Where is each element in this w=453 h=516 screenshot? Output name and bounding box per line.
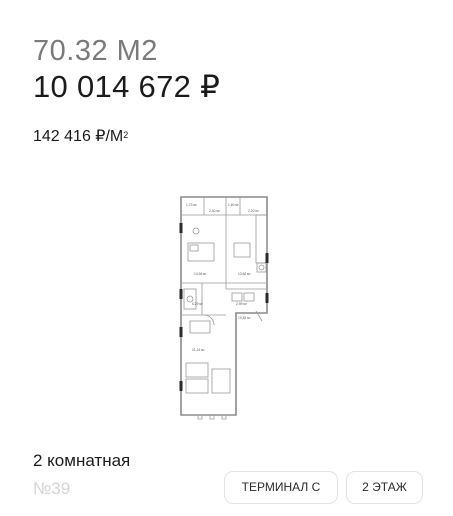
room-area-label: 1,73 м² (186, 203, 198, 207)
room-area-label: 2,99 м² (236, 302, 248, 306)
room-area-label: 1,60 м² (228, 203, 240, 207)
room-area-label: 2,20 м² (248, 209, 260, 213)
room-area-label: 13,62 м² (238, 272, 251, 276)
room-area-label: 21,14 м² (192, 348, 205, 352)
room-area-label: 10,53 м² (238, 316, 251, 320)
floor-tag[interactable]: 2 ЭТАЖ (346, 471, 423, 504)
price-per-meter-sup: 2 (123, 130, 129, 140)
price-heading: 10 014 672 ₽ (33, 69, 221, 104)
apartment-number: №39 (33, 479, 71, 498)
building-tag[interactable]: ТЕРМИНАЛ С (224, 471, 338, 504)
room-count: 2 комнатная (33, 451, 131, 470)
price-per-meter-value: 142 416 ₽/М (33, 128, 124, 145)
area-heading: 70.32 М2 (33, 35, 158, 67)
room-area-label: 14,94 м² (194, 272, 207, 276)
room-area-label: 6,29 м² (192, 302, 204, 306)
price-per-meter: 142 416 ₽/М2 (33, 127, 128, 147)
floor-plan: 1,73 м² 2,40 м² 1,60 м² 2,20 м² 14,94 м²… (179, 196, 269, 420)
room-area-label: 2,40 м² (209, 209, 221, 213)
